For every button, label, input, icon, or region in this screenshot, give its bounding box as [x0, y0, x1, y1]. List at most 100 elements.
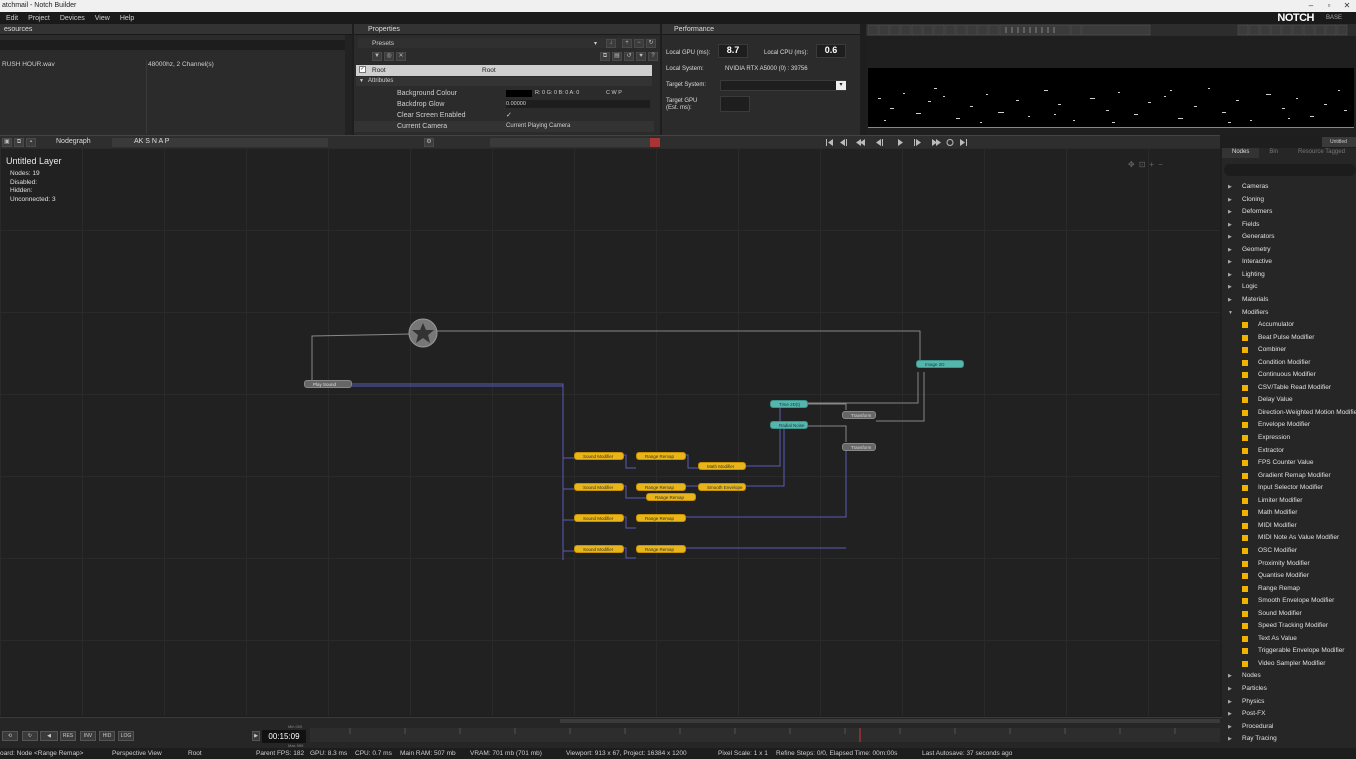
chevron-right-icon[interactable]: ▶ [1228, 231, 1232, 244]
presets-dropdown-icon[interactable]: ▾ [594, 40, 597, 47]
minimize-icon[interactable]: – [1304, 0, 1318, 12]
paste-icon[interactable]: ▤ [612, 52, 622, 61]
library-node-item[interactable]: Gradient Remap Modifier [1222, 470, 1356, 483]
library-node-item[interactable]: Speed Tracking Modifier [1222, 620, 1356, 633]
library-node-item[interactable]: Range Remap [1222, 583, 1356, 596]
chevron-down-icon[interactable]: ▼ [1228, 307, 1233, 320]
library-node-item[interactable]: OSC Modifier [1222, 545, 1356, 558]
library-node-item[interactable]: Continuous Modifier [1222, 369, 1356, 382]
library-node-item[interactable]: Proximity Modifier [1222, 558, 1356, 571]
menu-project[interactable]: Project [28, 15, 50, 22]
chevron-right-icon[interactable]: ▶ [1228, 244, 1232, 257]
collapse-arrow-icon[interactable]: ▼ [359, 78, 364, 84]
prop-row-backdrop-glow[interactable]: Backdrop Glow 0.00000 [354, 99, 654, 110]
clear-filter-icon[interactable]: ✕ [396, 52, 406, 61]
node-smooth-envelope[interactable]: Smooth Envelope [698, 483, 746, 491]
tab-bin[interactable]: Bin [1259, 148, 1288, 158]
heart-icon[interactable]: ♥ [636, 52, 646, 61]
resources-scrollbar[interactable] [345, 35, 352, 135]
node-sound-modifier-2[interactable]: Sound Modifier [574, 483, 624, 491]
chevron-right-icon[interactable]: ▶ [1228, 194, 1232, 207]
library-category[interactable]: ▶ Cameras [1222, 181, 1356, 194]
library-node-item[interactable]: Expression [1222, 432, 1356, 445]
node-math-modifier[interactable]: Math Modifier [698, 462, 746, 470]
undo-icon[interactable]: ↺ [624, 52, 634, 61]
library-node-item[interactable]: Quantise Modifier [1222, 570, 1356, 583]
nodegraph-tab[interactable]: Nodegraph [56, 138, 91, 145]
library-category[interactable]: ▶ Post-FX [1222, 708, 1356, 721]
library-category[interactable]: ▶ Deformers [1222, 206, 1356, 219]
refresh-icon[interactable]: ↻ [22, 731, 38, 741]
record-icon[interactable] [650, 138, 660, 147]
node-range-remap-4[interactable]: Range Remap [636, 514, 686, 522]
duplicate-layer-icon[interactable]: ⧉ [14, 138, 24, 147]
transport-controls[interactable] [824, 138, 974, 147]
library-category[interactable]: ▶ Materials [1222, 294, 1356, 307]
prop-row-current-camera[interactable]: Current Camera Current Playing Camera [354, 121, 654, 132]
library-category[interactable]: ▶ Lighting [1222, 269, 1356, 282]
menu-devices[interactable]: Devices [60, 15, 85, 22]
maximize-icon[interactable]: ▫ [1322, 0, 1336, 12]
chevron-right-icon[interactable]: ▶ [1228, 696, 1232, 709]
library-node-item[interactable]: MIDI Modifier [1222, 520, 1356, 533]
menu-edit[interactable]: Edit [6, 15, 18, 22]
chevron-right-icon[interactable]: ▶ [1228, 294, 1232, 307]
node-range-remap-2[interactable]: Range Remap [636, 483, 686, 491]
node-transform-2[interactable]: Transform [842, 443, 876, 451]
timeline-ruler[interactable] [310, 728, 1220, 742]
refresh-icon[interactable]: ↻ [646, 39, 656, 48]
hid-button[interactable]: HID [99, 731, 115, 741]
node-sound-modifier-1[interactable]: Sound Modifier [574, 452, 624, 460]
library-node-item[interactable]: Envelope Modifier [1222, 419, 1356, 432]
library-node-item[interactable]: Extractor [1222, 445, 1356, 458]
backdrop-glow-field[interactable] [506, 100, 650, 108]
tab-nodes[interactable]: Nodes [1222, 148, 1260, 158]
chevron-right-icon[interactable]: ▶ [1228, 721, 1232, 734]
library-node-item[interactable]: Math Modifier [1222, 507, 1356, 520]
viewport-toolbar-icons[interactable] [866, 24, 1356, 36]
node-play-sound[interactable]: Play Sound [304, 380, 352, 388]
library-category[interactable]: ▼ Modifiers [1222, 307, 1356, 320]
library-category[interactable]: ▶ Procedural [1222, 721, 1356, 734]
prop-row-clear-screen[interactable]: Clear Screen Enabled ✓ [354, 110, 654, 121]
rewind-icon[interactable]: ◀ [40, 731, 58, 741]
node-radial-noise[interactable]: Radial Noise [770, 421, 808, 429]
add-icon[interactable]: + [622, 39, 632, 48]
library-node-item[interactable]: Triggerable Envelope Modifier [1222, 645, 1356, 658]
node-transform-1[interactable]: Transform [842, 411, 876, 419]
node-sound-modifier-4[interactable]: Sound Modifier [574, 545, 624, 553]
delete-layer-icon[interactable]: ▪ [26, 138, 36, 147]
chevron-right-icon[interactable]: ▶ [1228, 670, 1232, 683]
root-node-star-icon[interactable] [406, 316, 440, 350]
library-category[interactable]: ▶ Ray Tracing [1222, 733, 1356, 746]
target-system-select[interactable] [720, 80, 846, 91]
library-node-item[interactable]: Text As Value [1222, 633, 1356, 646]
timecode[interactable]: 00:15:09 [262, 730, 306, 743]
node-sound-modifier-3[interactable]: Sound Modifier [574, 514, 624, 522]
filter-icon[interactable]: ▼ [372, 52, 382, 61]
resource-file-name[interactable]: RUSH HOUR.wav [2, 61, 55, 68]
library-category[interactable]: ▶ Physics [1222, 696, 1356, 709]
library-category[interactable]: ▶ Cloning [1222, 194, 1356, 207]
library-category[interactable]: ▶ Nodes [1222, 670, 1356, 683]
node-image-2d[interactable]: Image 2D [916, 360, 964, 368]
library-node-item[interactable]: Input Selector Modifier [1222, 482, 1356, 495]
chevron-right-icon[interactable]: ▶ [1228, 269, 1232, 282]
root-row[interactable]: ✓ Root Root [356, 65, 652, 76]
tab-resource-tagged[interactable]: Resource Tagged [1288, 148, 1355, 158]
menu-help[interactable]: Help [120, 15, 134, 22]
node-range-remap-5[interactable]: Range Remap [636, 545, 686, 553]
node-range-remap-3[interactable]: Range Remap [646, 493, 696, 501]
nodegraph-tools[interactable]: AK S N A P [112, 138, 328, 147]
play-icon[interactable]: ▶ [252, 731, 260, 741]
library-node-item[interactable]: Beat Pulse Modifier [1222, 332, 1356, 345]
library-node-item[interactable]: CSV/Table Read Modifier [1222, 382, 1356, 395]
chevron-right-icon[interactable]: ▶ [1228, 708, 1232, 721]
library-category[interactable]: ▶ Logic [1222, 281, 1356, 294]
resources-search-input[interactable] [0, 40, 345, 50]
untitled-tag[interactable]: Untitled [1322, 137, 1356, 147]
inv-button[interactable]: INV [80, 731, 96, 741]
target-icon[interactable]: ◎ [384, 52, 394, 61]
root-enable-checkbox[interactable]: ✓ [359, 66, 366, 73]
help-icon[interactable]: ? [648, 52, 658, 61]
